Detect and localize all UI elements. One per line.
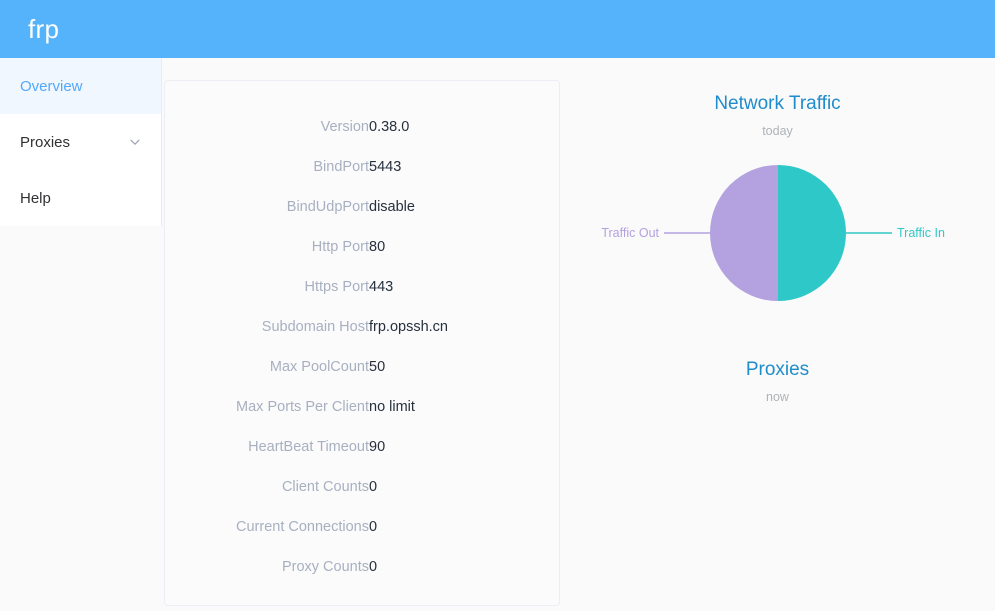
table-row: Subdomain Host frp.opssh.cn xyxy=(165,307,559,347)
info-value: 0 xyxy=(369,559,378,575)
table-row: BindPort 5443 xyxy=(165,147,559,187)
info-label: Subdomain Host xyxy=(261,319,369,335)
info-label: Version xyxy=(320,119,369,135)
info-value: disable xyxy=(369,199,415,215)
table-row: Max Ports Per Client no limit xyxy=(165,387,559,427)
sidebar-item-proxies-label: Proxies xyxy=(20,133,71,151)
network-traffic-title: Network Traffic xyxy=(714,93,841,114)
info-value: 0 xyxy=(369,479,378,495)
chevron-down-icon xyxy=(129,136,141,148)
info-value: 5443 xyxy=(369,159,402,175)
info-label: HeartBeat Timeout xyxy=(248,439,369,455)
table-row: Https Port 443 xyxy=(165,267,559,307)
sidebar-item-overview-label: Overview xyxy=(20,77,83,95)
table-row: Version 0.38.0 xyxy=(165,107,559,147)
info-label: Max Ports Per Client xyxy=(236,399,369,415)
sidebar-item-help[interactable]: Help xyxy=(0,170,161,226)
sidebar-item-overview[interactable]: Overview xyxy=(0,58,161,114)
info-label: Max PoolCount xyxy=(269,359,369,375)
table-row: Current Connections 0 xyxy=(165,507,559,547)
network-traffic-pie[interactable]: Traffic Out Traffic In xyxy=(598,148,958,318)
info-label: Https Port xyxy=(304,279,369,295)
table-row: Client Counts 0 xyxy=(165,467,559,507)
network-traffic-chart: Network Traffic today Traffic Out Traffi… xyxy=(560,94,995,318)
info-label: Current Connections xyxy=(236,519,369,535)
sidebar-item-proxies[interactable]: Proxies xyxy=(0,114,161,170)
info-label: BindUdpPort xyxy=(286,199,369,215)
table-row: Max PoolCount 50 xyxy=(165,347,559,387)
app-header: frp xyxy=(0,0,995,58)
info-label: Http Port xyxy=(311,239,369,255)
info-value: 80 xyxy=(369,239,386,255)
info-value: no limit xyxy=(369,399,415,415)
table-row: Http Port 80 xyxy=(165,227,559,267)
info-value: 0.38.0 xyxy=(369,119,410,135)
brand-title: frp xyxy=(28,14,60,44)
info-label: Client Counts xyxy=(281,479,369,495)
pie-label-traffic-out: Traffic Out xyxy=(601,226,659,240)
pie-slice-traffic-out[interactable] xyxy=(709,164,778,301)
sidebar-item-help-label: Help xyxy=(20,189,51,207)
proxies-chart: Proxies now xyxy=(560,360,995,502)
info-value: 50 xyxy=(369,359,386,375)
server-info-card: Version 0.38.0 BindPort 5443 BindUdpPort… xyxy=(164,80,560,606)
info-value: frp.opssh.cn xyxy=(369,319,448,335)
pie-label-traffic-in: Traffic In xyxy=(897,226,945,240)
info-label: BindPort xyxy=(313,159,369,175)
sidebar-nav: Overview Proxies Help xyxy=(0,58,162,226)
server-info-table: Version 0.38.0 BindPort 5443 BindUdpPort… xyxy=(165,107,559,587)
app-body: Overview Proxies Help Version 0.38.0 Bin… xyxy=(0,58,995,611)
info-value: 90 xyxy=(369,439,386,455)
info-value: 0 xyxy=(369,519,378,535)
info-label: Proxy Counts xyxy=(281,559,369,575)
network-traffic-subtitle: today xyxy=(762,124,793,138)
table-row: Proxy Counts 0 xyxy=(165,547,559,587)
proxies-pie[interactable] xyxy=(598,411,958,501)
pie-slice-traffic-in[interactable] xyxy=(777,164,846,301)
info-value: 443 xyxy=(369,279,394,295)
table-row: BindUdpPort disable xyxy=(165,187,559,227)
table-row: HeartBeat Timeout 90 xyxy=(165,427,559,467)
main-content: Version 0.38.0 BindPort 5443 BindUdpPort… xyxy=(162,58,995,611)
charts-column: Network Traffic today Traffic Out Traffi… xyxy=(560,80,995,606)
proxies-title: Proxies xyxy=(745,358,810,380)
proxies-subtitle: now xyxy=(766,389,789,404)
